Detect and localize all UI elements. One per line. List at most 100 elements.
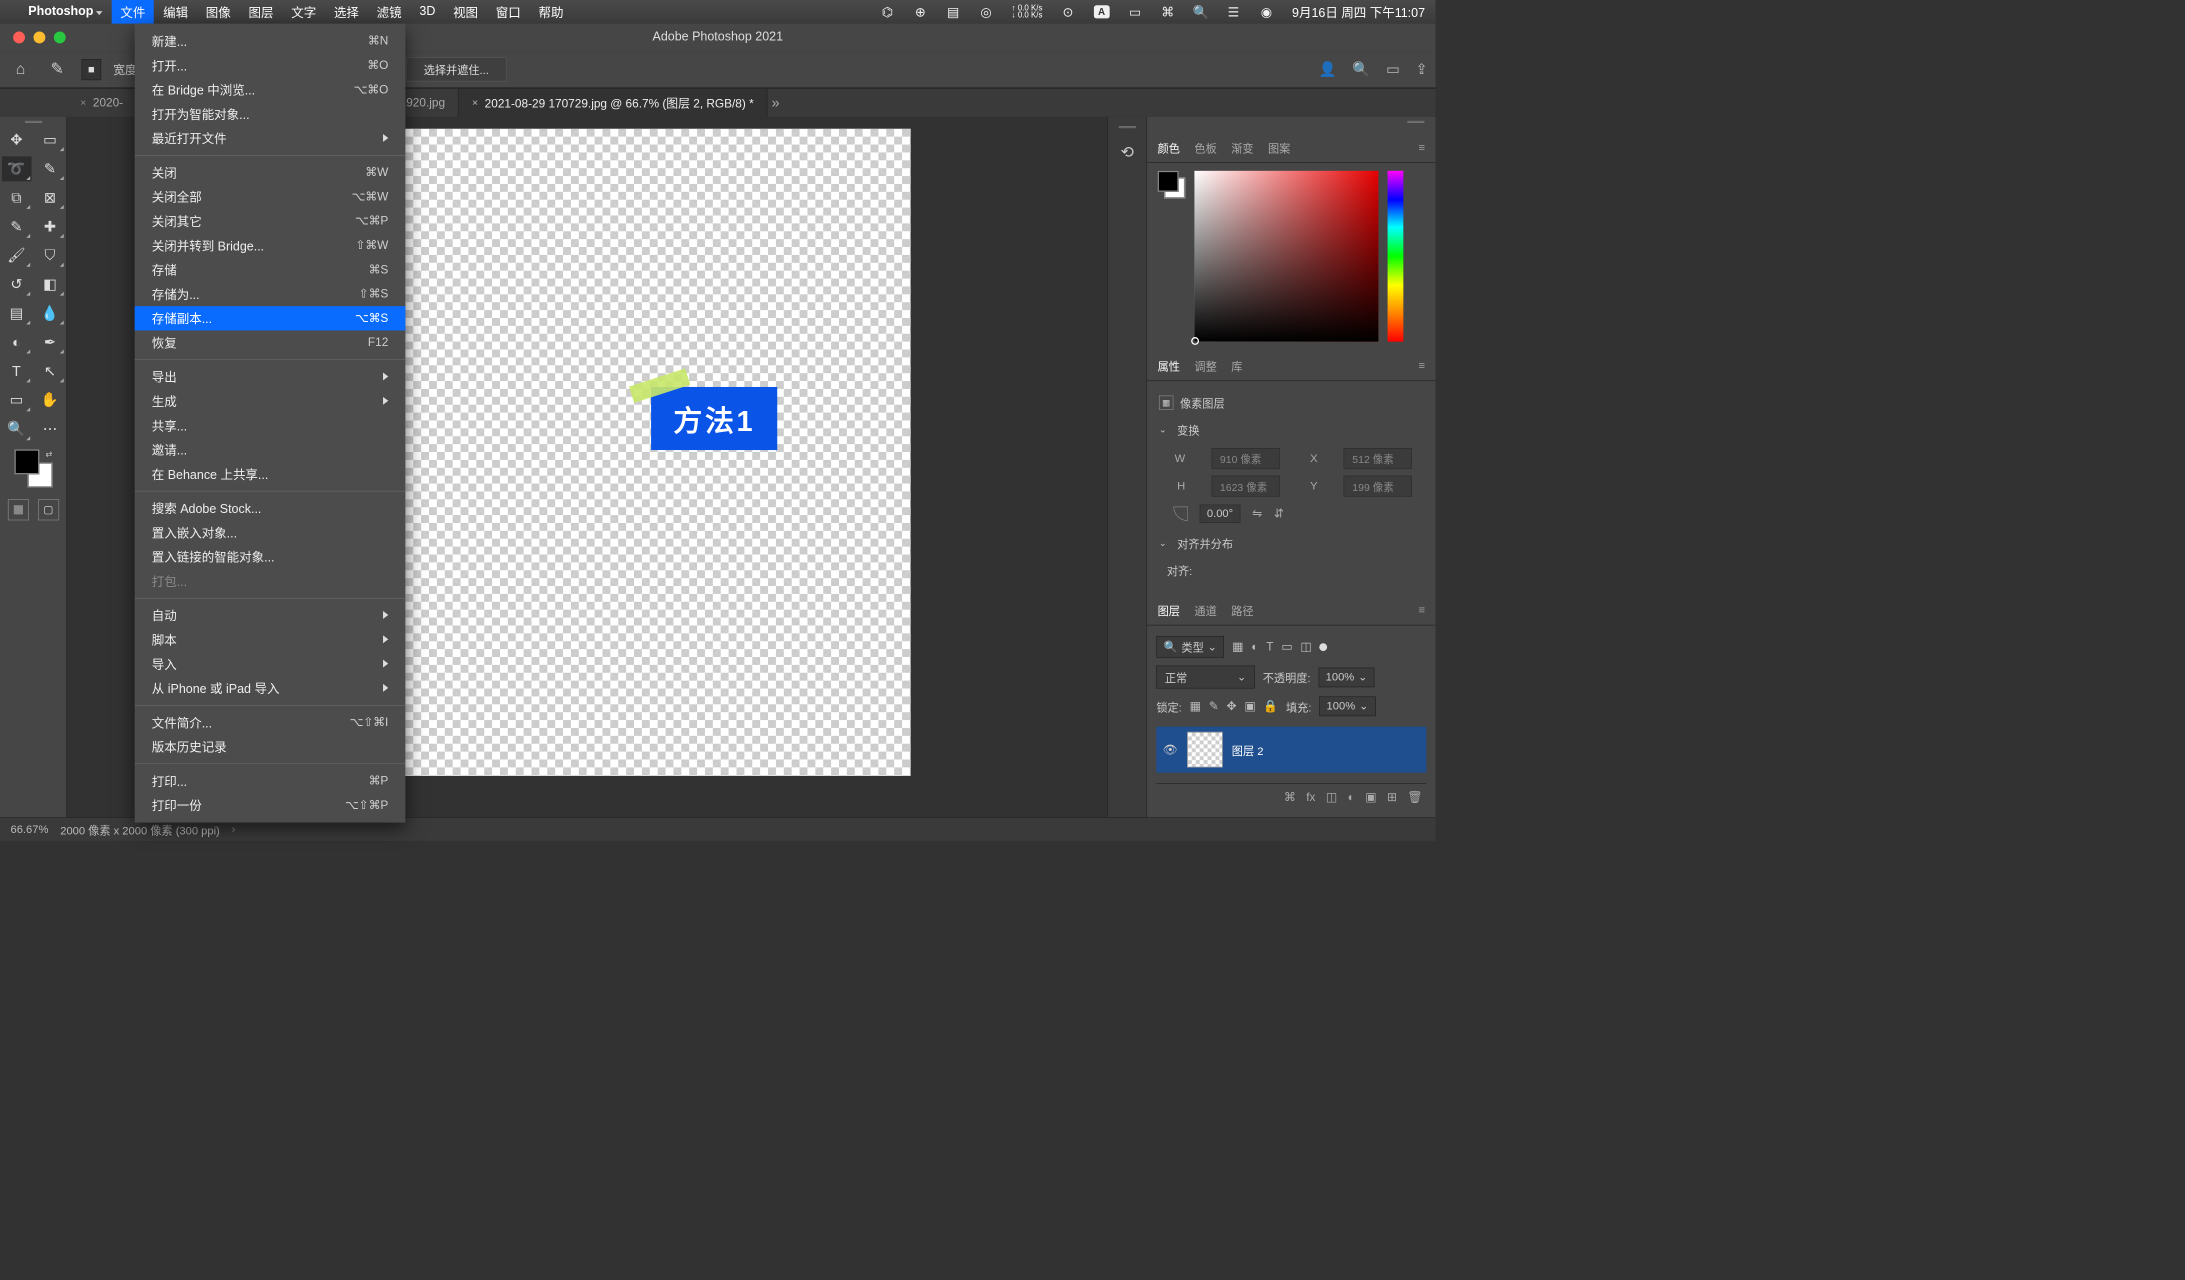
tabs-overflow-icon[interactable]: » — [771, 94, 779, 111]
delete-layer-icon[interactable]: 🗑 — [1407, 790, 1422, 804]
traffic-minimize[interactable] — [34, 32, 46, 44]
dodge-tool[interactable]: ◐ — [2, 330, 32, 355]
menu-item[interactable]: 生成 — [135, 389, 406, 413]
home-icon[interactable]: ⌂ — [8, 57, 33, 82]
history-panel-icon[interactable]: ⟲ — [1120, 143, 1133, 162]
doc-dimensions[interactable]: 2000 像素 x 2000 像素 (300 ppi) — [60, 821, 220, 837]
screen-mode-icon[interactable]: ▢ — [38, 499, 59, 520]
hand-tool[interactable]: ✋ — [35, 388, 65, 413]
menu-item[interactable]: 脚本 — [135, 627, 406, 651]
healing-tool[interactable]: ✚ — [35, 214, 65, 239]
menu-item[interactable]: 存储为...⇧⌘S — [135, 282, 406, 306]
status-link-icon[interactable]: ⌘ — [1161, 5, 1175, 19]
menu-item[interactable]: 最近打开文件 — [135, 126, 406, 150]
x-value[interactable]: 512 像素 — [1344, 448, 1412, 469]
tab-doc-4[interactable]: ×2021-08-29 170729.jpg @ 66.7% (图层 2, RG… — [459, 89, 768, 117]
angle-value[interactable]: 0.00° — [1200, 505, 1241, 523]
color-field[interactable] — [1194, 171, 1378, 342]
menu-item[interactable]: 从 iPhone 或 iPad 导入 — [135, 676, 406, 700]
status-battery-icon[interactable]: ▭ — [1128, 5, 1142, 19]
tab-layers[interactable]: 图层 — [1158, 602, 1180, 618]
tab-close-icon[interactable]: × — [472, 97, 478, 109]
menu-image[interactable]: 图像 — [206, 3, 231, 21]
share-icon[interactable]: ⇪ — [1416, 61, 1428, 78]
stamp-tool[interactable]: ⛉ — [35, 243, 65, 268]
panel-menu-icon[interactable]: ≡ — [1419, 141, 1426, 154]
menu-item[interactable]: 置入链接的智能对象... — [135, 545, 406, 569]
tab-adjustments[interactable]: 调整 — [1194, 357, 1216, 373]
lasso-tool[interactable]: ➰ — [2, 156, 32, 181]
quick-mask-icon[interactable] — [8, 499, 29, 520]
status-clock[interactable]: 9月16日 周四 下午11:07 — [1292, 3, 1425, 21]
menu-item[interactable]: 打印...⌘P — [135, 769, 406, 793]
status-globe-icon[interactable]: ⊕ — [913, 5, 927, 19]
panel-menu-icon[interactable]: ≡ — [1419, 603, 1426, 616]
menu-item[interactable]: 导入 — [135, 652, 406, 676]
menu-item[interactable]: 关闭⌘W — [135, 160, 406, 184]
filter-type-icon[interactable]: T — [1266, 640, 1273, 654]
crop-tool[interactable]: ⧉ — [2, 185, 32, 210]
y-value[interactable]: 199 像素 — [1344, 476, 1412, 497]
menu-3d[interactable]: 3D — [419, 5, 435, 19]
menu-item[interactable]: 关闭全部⌥⌘W — [135, 185, 406, 209]
frame-tool[interactable]: ⊠ — [35, 185, 65, 210]
tab-properties[interactable]: 属性 — [1158, 357, 1180, 373]
layer-thumbnail[interactable] — [1187, 732, 1222, 767]
layer-name[interactable]: 图层 2 — [1232, 741, 1264, 757]
layer-mask-icon[interactable]: ◫ — [1326, 790, 1337, 804]
tab-gradients[interactable]: 渐变 — [1231, 139, 1253, 155]
lock-move-icon[interactable]: ✥ — [1227, 699, 1237, 713]
visibility-toggle-icon[interactable]: 👁 — [1163, 743, 1178, 757]
panel-expand-handle[interactable] — [1114, 126, 1140, 133]
menu-help[interactable]: 帮助 — [539, 3, 564, 21]
path-select-tool[interactable]: ↖ — [35, 359, 65, 384]
color-fgbg-swatch[interactable] — [1158, 171, 1186, 199]
shape-tool[interactable]: ▭ — [2, 388, 32, 413]
brush-tool[interactable]: 🖌 — [2, 243, 32, 268]
panel-collapse-handle[interactable] — [1403, 121, 1429, 128]
tab-swatches[interactable]: 色板 — [1194, 139, 1216, 155]
menu-photoshop[interactable]: Photoshop — [28, 5, 102, 19]
menu-item[interactable]: 邀请... — [135, 438, 406, 462]
chevron-down-icon[interactable]: ⌄ — [1159, 424, 1167, 435]
search-icon[interactable]: 🔍 — [1352, 61, 1370, 78]
layer-fx-icon[interactable]: fx — [1306, 790, 1315, 804]
status-input-icon[interactable]: A — [1094, 5, 1110, 18]
menu-item[interactable]: 版本历史记录 — [135, 735, 406, 759]
menu-file[interactable]: 文件 — [112, 0, 154, 25]
status-target-icon[interactable]: ◎ — [979, 5, 993, 19]
lock-pixels-icon[interactable]: ▦ — [1190, 699, 1201, 713]
menu-item[interactable]: 在 Behance 上共享... — [135, 462, 406, 486]
gradient-tool[interactable]: ▤ — [2, 301, 32, 326]
link-layers-icon[interactable]: ⌘ — [1284, 790, 1296, 804]
menu-item[interactable]: 自动 — [135, 603, 406, 627]
fill-input[interactable]: 100%⌄ — [1319, 696, 1375, 716]
tab-doc-0[interactable]: ×2020- — [67, 89, 137, 117]
select-and-mask-button[interactable]: 选择并遮住... — [406, 57, 507, 81]
status-more-icon[interactable]: › — [232, 823, 236, 836]
type-tool[interactable]: T — [2, 359, 32, 384]
w-value[interactable]: 910 像素 — [1211, 448, 1279, 469]
flip-vertical-icon[interactable]: ⇵ — [1274, 507, 1284, 521]
menu-item[interactable]: 置入嵌入对象... — [135, 520, 406, 544]
pen-tool[interactable]: ✒ — [35, 330, 65, 355]
menu-window[interactable]: 窗口 — [496, 3, 521, 21]
menu-filter[interactable]: 滤镜 — [377, 3, 402, 21]
filter-toggle[interactable] — [1319, 643, 1327, 651]
filter-shape-icon[interactable]: ▭ — [1281, 640, 1292, 654]
quick-select-tool[interactable]: ✎ — [35, 156, 65, 181]
eyedropper-tool[interactable]: ✎ — [2, 214, 32, 239]
history-brush-tool[interactable]: ↺ — [2, 272, 32, 297]
status-fan-icon[interactable]: ⌬ — [880, 5, 894, 19]
menu-item[interactable]: 新建...⌘N — [135, 29, 406, 53]
blur-tool[interactable]: 💧 — [35, 301, 65, 326]
lock-all-icon[interactable]: 🔒 — [1263, 699, 1278, 713]
status-control-icon[interactable]: ☰ — [1226, 5, 1240, 19]
menu-type[interactable]: 文字 — [291, 3, 316, 21]
tab-libraries[interactable]: 库 — [1231, 357, 1242, 373]
filter-smart-icon[interactable]: ◫ — [1300, 640, 1311, 654]
adjustment-layer-icon[interactable]: ◐ — [1348, 790, 1355, 804]
status-server-icon[interactable]: ▤ — [946, 5, 960, 19]
move-tool[interactable]: ✥ — [2, 127, 32, 152]
edit-toolbar[interactable]: ⋯ — [35, 417, 65, 442]
